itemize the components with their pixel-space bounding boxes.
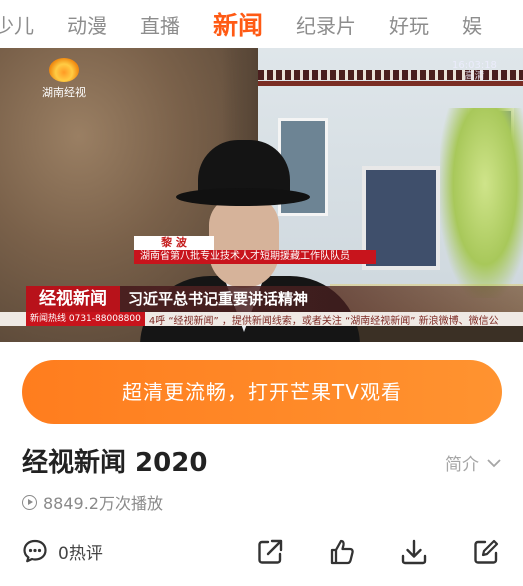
intro-label: 简介 [445,455,479,475]
hotline-badge: 新闻热线 0731-88008800 [26,312,145,326]
channel-logo: 湖南经视 [34,58,94,100]
comment-button[interactable]: 0热评 [22,538,103,564]
channel-tabs: 少儿 动漫 直播 新闻 纪录片 好玩 娱 [0,0,517,48]
video-scene-tree [440,108,523,298]
chevron-down-icon [487,458,501,467]
name-caption: 黎 波 [134,236,214,250]
comment-icon [23,539,47,563]
share-icon[interactable] [254,536,286,568]
action-bar: 0热评 [0,530,523,580]
edit-icon[interactable] [470,536,502,568]
tab-documentary[interactable]: 纪录片 [296,10,356,39]
comment-count: 0热评 [58,543,103,564]
play-count: 8849.2万次播放 [22,490,163,514]
tab-live[interactable]: 直播 [140,10,180,39]
video-title: 经视新闻 2020 [22,448,208,478]
tab-fun[interactable]: 好玩 [389,10,429,39]
clock-quality: 高清 [464,71,485,82]
tab-entertainment[interactable]: 娱 [462,10,482,39]
intro-toggle[interactable]: 简介 [445,450,501,475]
like-icon[interactable] [326,536,358,568]
program-logo: 经视新闻 [26,286,120,312]
video-player[interactable]: 湖南经视 16:03:18 高清 黎 波 湖南省第八批专业技术人才短期援藏工作队… [0,48,523,342]
clock-time: 16:03:18 [452,60,497,71]
news-headline: 习近平总书记重要讲话精神 [120,286,523,312]
download-icon[interactable] [398,536,430,568]
open-app-button[interactable]: 超清更流畅，打开芒果TV观看 [22,360,502,424]
ticker-text: 4呼 “经视新闻” ，提供新闻线索，或者关注 “湖南经视新闻” 新浪微博、微信公 [148,315,499,327]
tab-kids[interactable]: 少儿 [0,10,34,39]
tab-news[interactable]: 新闻 [213,6,263,42]
play-count-icon [22,494,37,510]
mango-logo-icon [49,58,79,82]
tab-anime[interactable]: 动漫 [67,10,107,39]
news-ticker: 新闻热线 0731-88008800 4呼 “经视新闻” ，提供新闻线索，或者关… [0,312,523,326]
video-clock: 16:03:18 高清 [452,60,497,82]
channel-logo-text: 湖南经视 [42,86,86,99]
role-caption: 湖南省第八批专业技术人才短期援藏工作队队员 [134,250,376,264]
play-count-text: 8849.2万次播放 [43,494,163,513]
